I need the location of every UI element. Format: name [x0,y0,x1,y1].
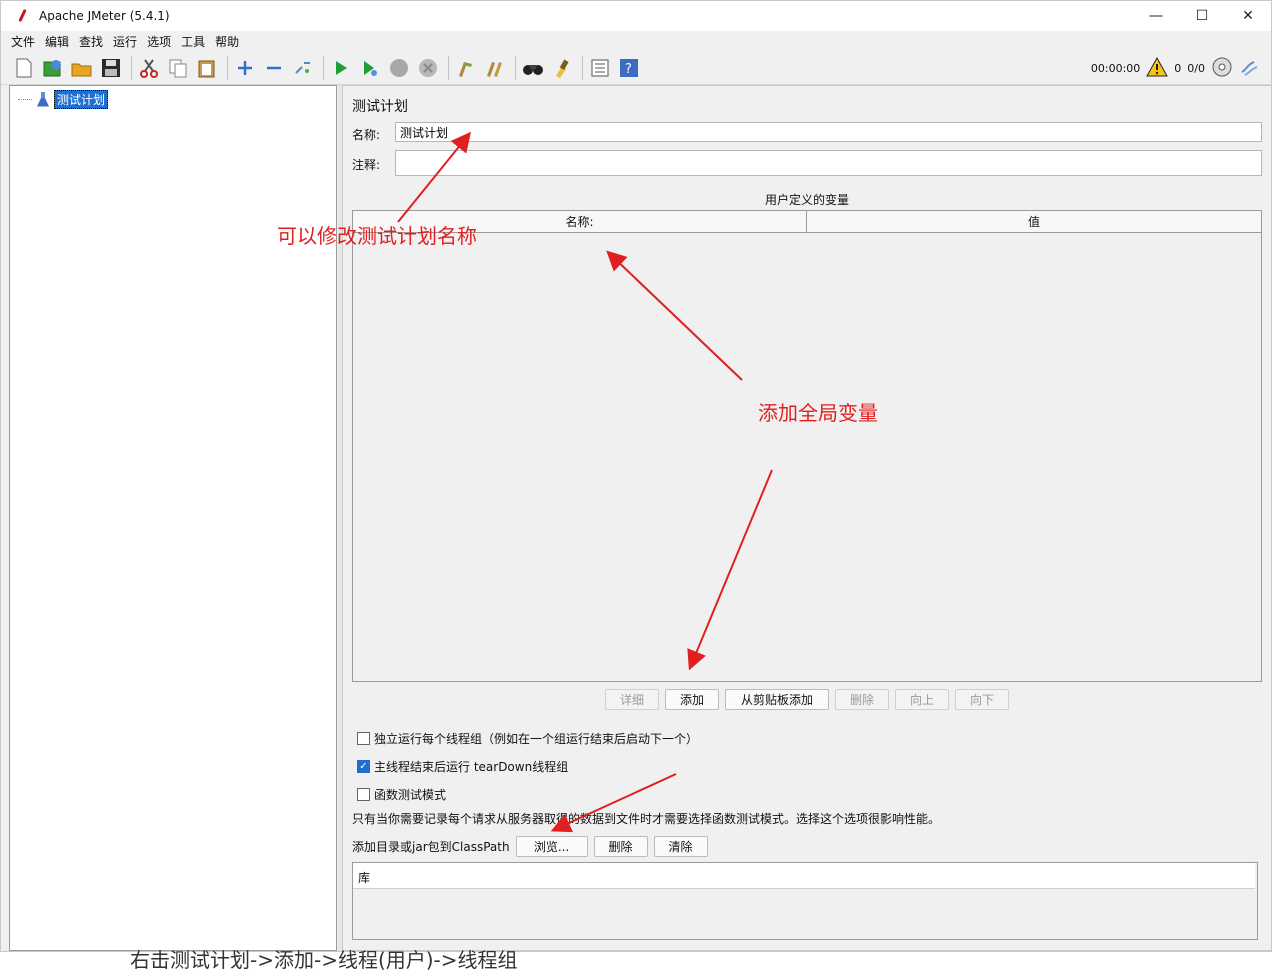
remote-globe-icon[interactable] [1211,56,1233,81]
minimize-button[interactable]: — [1133,1,1179,31]
toolbar-separator [131,55,132,80]
functional-mode-checkbox[interactable] [357,788,370,801]
test-plan-flask-icon [36,91,50,108]
browse-button[interactable]: 浏览... [515,836,588,857]
toolbar-separator [582,55,583,80]
vars-button-row: 详细 添加 从剪贴板添加 删除 向上 向下 [343,689,1271,710]
comment-label: 注释: [352,158,381,172]
classpath-row: 添加目录或jar包到ClassPath 浏览... 删除 清除 [352,836,708,857]
toolbar-separator [448,55,449,80]
name-input[interactable] [395,122,1262,142]
teardown-checkbox[interactable]: ✓ [357,760,370,773]
menu-tools[interactable]: 工具 [181,33,205,50]
log-viewer-icon[interactable] [1239,56,1261,81]
test-plan-panel: 测试计划 名称: 注释: 用户定义的变量 名称: 值 详细 添加 从剪贴板添加 … [342,85,1272,951]
menu-help[interactable]: 帮助 [215,33,239,50]
detail-button[interactable]: 详细 [605,689,659,710]
independent-threadgroups-label: 独立运行每个线程组（例如在一个组运行结束后启动下一个） [374,732,699,746]
active-threads: 0/0 [1187,61,1205,75]
vars-col-value[interactable]: 值 [807,211,1261,232]
tree-connector [18,99,32,100]
classpath-library-list[interactable]: 库 [352,862,1258,940]
menu-edit[interactable]: 编辑 [45,33,69,50]
templates-icon[interactable] [40,55,66,81]
menu-file[interactable]: 文件 [11,33,35,50]
help-icon[interactable]: ? [616,55,642,81]
title-bar: Apache JMeter (5.4.1) — ☐ ✕ [1,1,1271,31]
add-button[interactable]: 添加 [665,689,719,710]
collapse-icon[interactable] [261,55,287,81]
background-instruction-text: 右击测试计划->添加->线程(用户)->线程组 [130,948,518,972]
tree-node-test-plan[interactable]: 测试计划 [18,90,109,109]
annotation-rename: 可以修改测试计划名称 [277,224,477,248]
svg-text:?: ? [625,62,632,77]
toggle-icon[interactable] [290,55,316,81]
search-binoculars-icon[interactable] [520,55,546,81]
menu-bar: 文件 编辑 查找 运行 选项 工具 帮助 [1,31,1271,51]
teardown-option[interactable]: ✓ 主线程结束后运行 tearDown线程组 [357,758,568,775]
save-icon[interactable] [98,55,124,81]
new-icon[interactable] [11,55,37,81]
warning-count: 0 [1174,61,1182,75]
classpath-delete-button[interactable]: 删除 [593,836,648,857]
annotation-global-vars: 添加全局变量 [758,401,878,425]
panel-title: 测试计划 [352,99,408,115]
stop-icon[interactable] [386,55,412,81]
reset-search-icon[interactable] [549,55,575,81]
user-defined-vars-title: 用户定义的变量 [764,193,849,207]
test-plan-tree: 测试计划 [9,85,337,951]
cut-icon[interactable] [136,55,162,81]
independent-threadgroups-option[interactable]: 独立运行每个线程组（例如在一个组运行结束后启动下一个） [357,730,698,747]
delete-var-button[interactable]: 删除 [835,689,889,710]
library-header: 库 [353,863,1255,889]
functional-mode-note: 只有当你需要记录每个请求从服务器取得的数据到文件时才需要选择函数测试模式。选择这… [352,812,941,826]
vars-table-header: 名称: 值 [353,211,1261,233]
expand-icon[interactable] [232,55,258,81]
comment-input[interactable] [395,150,1262,176]
functional-mode-option[interactable]: 函数测试模式 [357,786,446,803]
toolbar-status: 00:00:00 0 0/0 [1091,51,1261,85]
start-no-pauses-icon[interactable] [357,55,383,81]
user-defined-vars-table[interactable]: 名称: 值 [352,210,1262,682]
move-down-button[interactable]: 向下 [955,689,1009,710]
toolbar-separator [323,55,324,80]
open-icon[interactable] [69,55,95,81]
classpath-label: 添加目录或jar包到ClassPath [352,840,510,854]
clear-all-icon[interactable] [482,55,508,81]
shutdown-icon[interactable] [415,55,441,81]
clear-icon[interactable] [453,55,479,81]
function-helper-icon[interactable] [587,55,613,81]
copy-icon[interactable] [165,55,191,81]
toolbar-separator [227,55,228,80]
menu-run[interactable]: 运行 [113,33,137,50]
move-up-button[interactable]: 向上 [895,689,949,710]
name-label: 名称: [352,128,381,142]
add-from-clipboard-button[interactable]: 从剪贴板添加 [725,689,829,710]
maximize-button[interactable]: ☐ [1179,1,1225,31]
menu-options[interactable]: 选项 [147,33,171,50]
classpath-clear-button[interactable]: 清除 [653,836,708,857]
independent-threadgroups-checkbox[interactable] [357,732,370,745]
jmeter-window: Apache JMeter (5.4.1) — ☐ ✕ 文件 编辑 查找 运行 … [0,0,1272,952]
functional-mode-label: 函数测试模式 [374,788,447,802]
menu-search[interactable]: 查找 [79,33,103,50]
warning-icon[interactable] [1146,56,1169,80]
window-title: Apache JMeter (5.4.1) [39,9,170,23]
tree-node-label[interactable]: 测试计划 [54,90,109,109]
start-icon[interactable] [328,55,354,81]
toolbar: ? 00:00:00 0 0/0 [1,51,1271,85]
toolbar-separator [515,55,516,80]
window-controls: — ☐ ✕ [1133,1,1271,31]
close-button[interactable]: ✕ [1225,1,1271,31]
jmeter-feather-icon [15,8,31,24]
paste-icon[interactable] [194,55,220,81]
teardown-label: 主线程结束后运行 tearDown线程组 [374,760,569,774]
elapsed-timer: 00:00:00 [1090,61,1141,75]
